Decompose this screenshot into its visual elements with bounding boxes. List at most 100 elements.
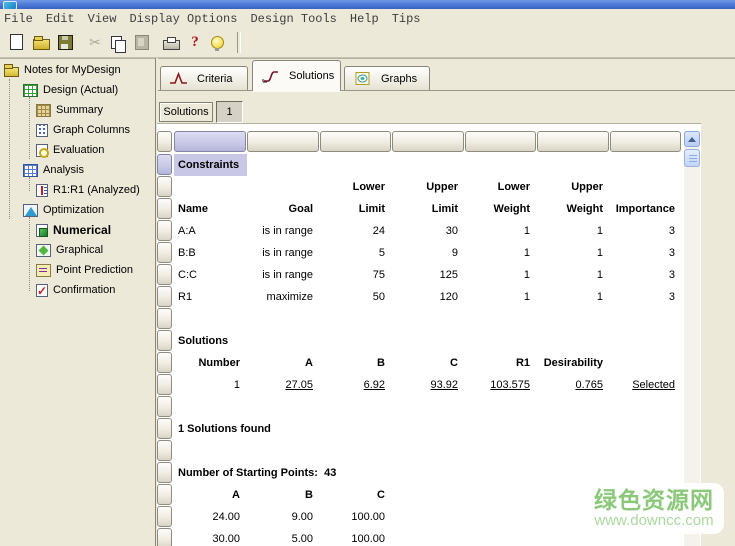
row-header[interactable]	[157, 264, 172, 285]
title-bar	[0, 0, 735, 9]
open-file-icon[interactable]	[32, 33, 50, 51]
column-header-1[interactable]	[174, 131, 246, 152]
column-header-7[interactable]	[610, 131, 681, 152]
row-header[interactable]	[157, 330, 172, 351]
sidebar-tree: Notes for MyDesign Design (Actual) Summa…	[0, 58, 155, 546]
row-header[interactable]	[157, 374, 172, 395]
row-header[interactable]	[157, 396, 172, 417]
confirmation-check-icon: ✓	[36, 284, 48, 297]
column-header-6[interactable]	[537, 131, 609, 152]
solutions-bar-label: Solutions	[159, 102, 213, 122]
solution-selected-link[interactable]: Selected	[610, 374, 682, 396]
sidebar-item-point-prediction[interactable]: Point Prediction	[36, 260, 133, 280]
tab-strip-line	[158, 90, 735, 91]
row-header[interactable]	[157, 198, 172, 219]
solution-row-1: 1 27.05 6.92 93.92 103.575 0.765 Selecte…	[174, 374, 682, 396]
solution-r1-link[interactable]: 103.575	[465, 374, 537, 396]
column-header-3[interactable]	[320, 131, 391, 152]
menu-bar: File Edit View Display Options Design To…	[0, 9, 735, 28]
sidebar-item-confirmation[interactable]: ✓Confirmation	[36, 280, 115, 300]
column-header-2[interactable]	[247, 131, 319, 152]
row-header[interactable]	[157, 440, 172, 461]
watermark-url: www.downcc.com	[594, 512, 714, 530]
tab-criteria[interactable]: Criteria	[160, 66, 248, 90]
sidebar-item-evaluation[interactable]: Evaluation	[36, 140, 104, 160]
folder-icon	[4, 67, 19, 77]
row-header[interactable]	[157, 242, 172, 263]
sheet-corner-button[interactable]	[157, 131, 172, 152]
sidebar-item-analysis[interactable]: Analysis	[23, 160, 84, 180]
row-header[interactable]	[157, 176, 172, 197]
constraint-row-r1: R1 maximize 50 120 1 1 3	[174, 286, 682, 308]
solutions-found-text: 1 Solutions found	[178, 418, 271, 440]
solutions-header-row: Number A B C R1 Desirability	[174, 352, 682, 374]
summary-icon	[36, 104, 51, 117]
column-header-5[interactable]	[465, 131, 536, 152]
numerical-icon	[36, 224, 48, 237]
tips-lightbulb-icon[interactable]	[208, 33, 226, 51]
column-header-4[interactable]	[392, 131, 464, 152]
constraints-header-top-row: Lower Upper Lower Upper	[174, 176, 682, 198]
menu-tips[interactable]: Tips	[392, 12, 421, 26]
row-header[interactable]	[157, 484, 172, 505]
menu-design-tools[interactable]: Design Tools	[250, 12, 336, 26]
graphs-contour-icon	[353, 72, 373, 85]
row-header[interactable]	[157, 462, 172, 483]
row-header[interactable]	[157, 418, 172, 439]
app-window: File Edit View Display Options Design To…	[0, 0, 735, 546]
graphical-icon	[36, 244, 51, 257]
constraint-row-a: A:A is in range 24 30 1 1 3	[174, 220, 682, 242]
menu-help[interactable]: Help	[350, 12, 379, 26]
sidebar-item-graphical[interactable]: Graphical	[36, 240, 103, 260]
solution-b-link[interactable]: 6.92	[320, 374, 392, 396]
menu-view[interactable]: View	[88, 12, 117, 26]
constraints-title-row: Constraints	[174, 154, 682, 176]
solution-number-button[interactable]: 1	[216, 101, 243, 123]
row-header[interactable]	[157, 286, 172, 307]
toolbar-separator	[237, 32, 241, 53]
sidebar-item-notes[interactable]: Notes for MyDesign	[4, 60, 121, 80]
evaluation-magnifier-icon	[36, 144, 48, 157]
starting-points-count: 43	[324, 467, 336, 479]
menu-display-options[interactable]: Display Options	[129, 12, 237, 26]
watermark: 绿色资源网 www.downcc.com	[584, 483, 724, 534]
cut-icon[interactable]: ✂	[86, 33, 104, 51]
row-header[interactable]	[157, 308, 172, 329]
sidebar-item-graph-columns[interactable]: Graph Columns	[36, 120, 130, 140]
scrollbar-thumb[interactable]	[684, 149, 700, 167]
sidebar-item-summary[interactable]: Summary	[36, 100, 103, 120]
row-header[interactable]	[157, 506, 172, 527]
row-header[interactable]	[157, 352, 172, 373]
help-icon[interactable]: ?	[186, 33, 204, 51]
menu-edit[interactable]: Edit	[46, 12, 75, 26]
solution-c-link[interactable]: 93.92	[392, 374, 465, 396]
sidebar-item-numerical[interactable]: Numerical	[36, 220, 111, 240]
sidebar-item-design-actual[interactable]: Design (Actual)	[23, 80, 118, 100]
thermometer-icon	[36, 184, 48, 197]
save-icon[interactable]	[56, 33, 74, 51]
copy-icon[interactable]	[109, 33, 127, 51]
tree-line	[29, 97, 30, 159]
tab-solutions[interactable]: Solutions	[252, 60, 341, 91]
sidebar-item-optimization[interactable]: Optimization	[23, 200, 104, 220]
constraint-row-c: C:C is in range 75 125 1 1 3	[174, 264, 682, 286]
row-header[interactable]	[157, 220, 172, 241]
solution-desirability-link[interactable]: 0.765	[537, 374, 610, 396]
design-grid-icon	[23, 84, 38, 97]
print-icon[interactable]	[162, 33, 180, 51]
scroll-up-icon[interactable]	[684, 131, 700, 147]
point-prediction-icon	[36, 264, 51, 277]
menu-file[interactable]: File	[4, 12, 33, 26]
main-panel: Criteria Solutions Graphs Solutions 1	[158, 58, 735, 546]
analysis-grid-icon	[23, 164, 38, 177]
tab-graphs[interactable]: Graphs	[344, 66, 430, 90]
graph-columns-icon	[36, 124, 48, 137]
constraint-row-b: B:B is in range 5 9 1 1 3	[174, 242, 682, 264]
sidebar-item-r1-analyzed[interactable]: R1:R1 (Analyzed)	[36, 180, 140, 200]
solution-a-link[interactable]: 27.05	[247, 374, 320, 396]
row-header[interactable]	[157, 154, 172, 175]
paste-icon[interactable]	[133, 33, 151, 51]
solution-number: 1	[174, 374, 247, 396]
row-header[interactable]	[157, 528, 172, 546]
new-file-icon[interactable]	[7, 33, 25, 51]
